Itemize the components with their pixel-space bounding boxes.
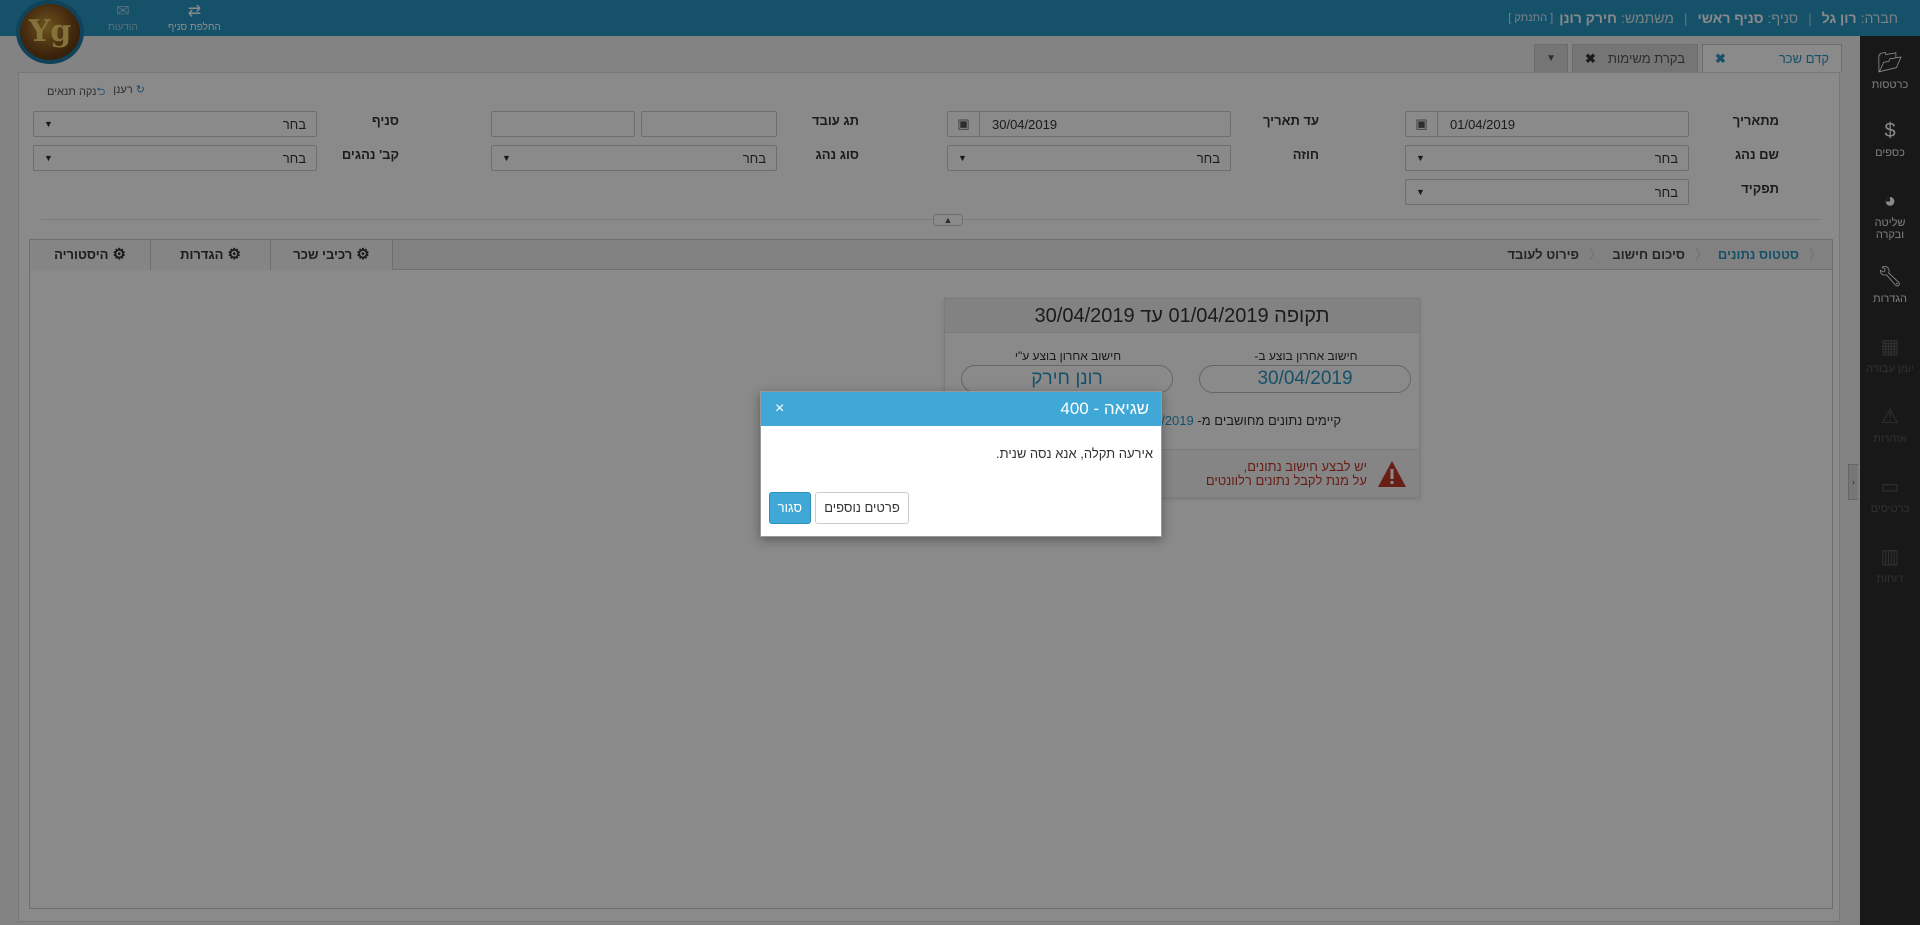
dialog-header: שגיאה - 400 × — [761, 392, 1161, 426]
dialog-message: אירעה תקלה, אנא נסה שנית. — [996, 446, 1153, 461]
dialog-title: שגיאה - 400 — [1060, 399, 1149, 418]
close-button[interactable]: סגור — [769, 492, 811, 524]
error-dialog: שגיאה - 400 × אירעה תקלה, אנא נסה שנית. … — [760, 391, 1162, 537]
close-icon[interactable]: × — [775, 392, 784, 426]
more-details-button[interactable]: פרטים נוספים — [815, 492, 909, 524]
